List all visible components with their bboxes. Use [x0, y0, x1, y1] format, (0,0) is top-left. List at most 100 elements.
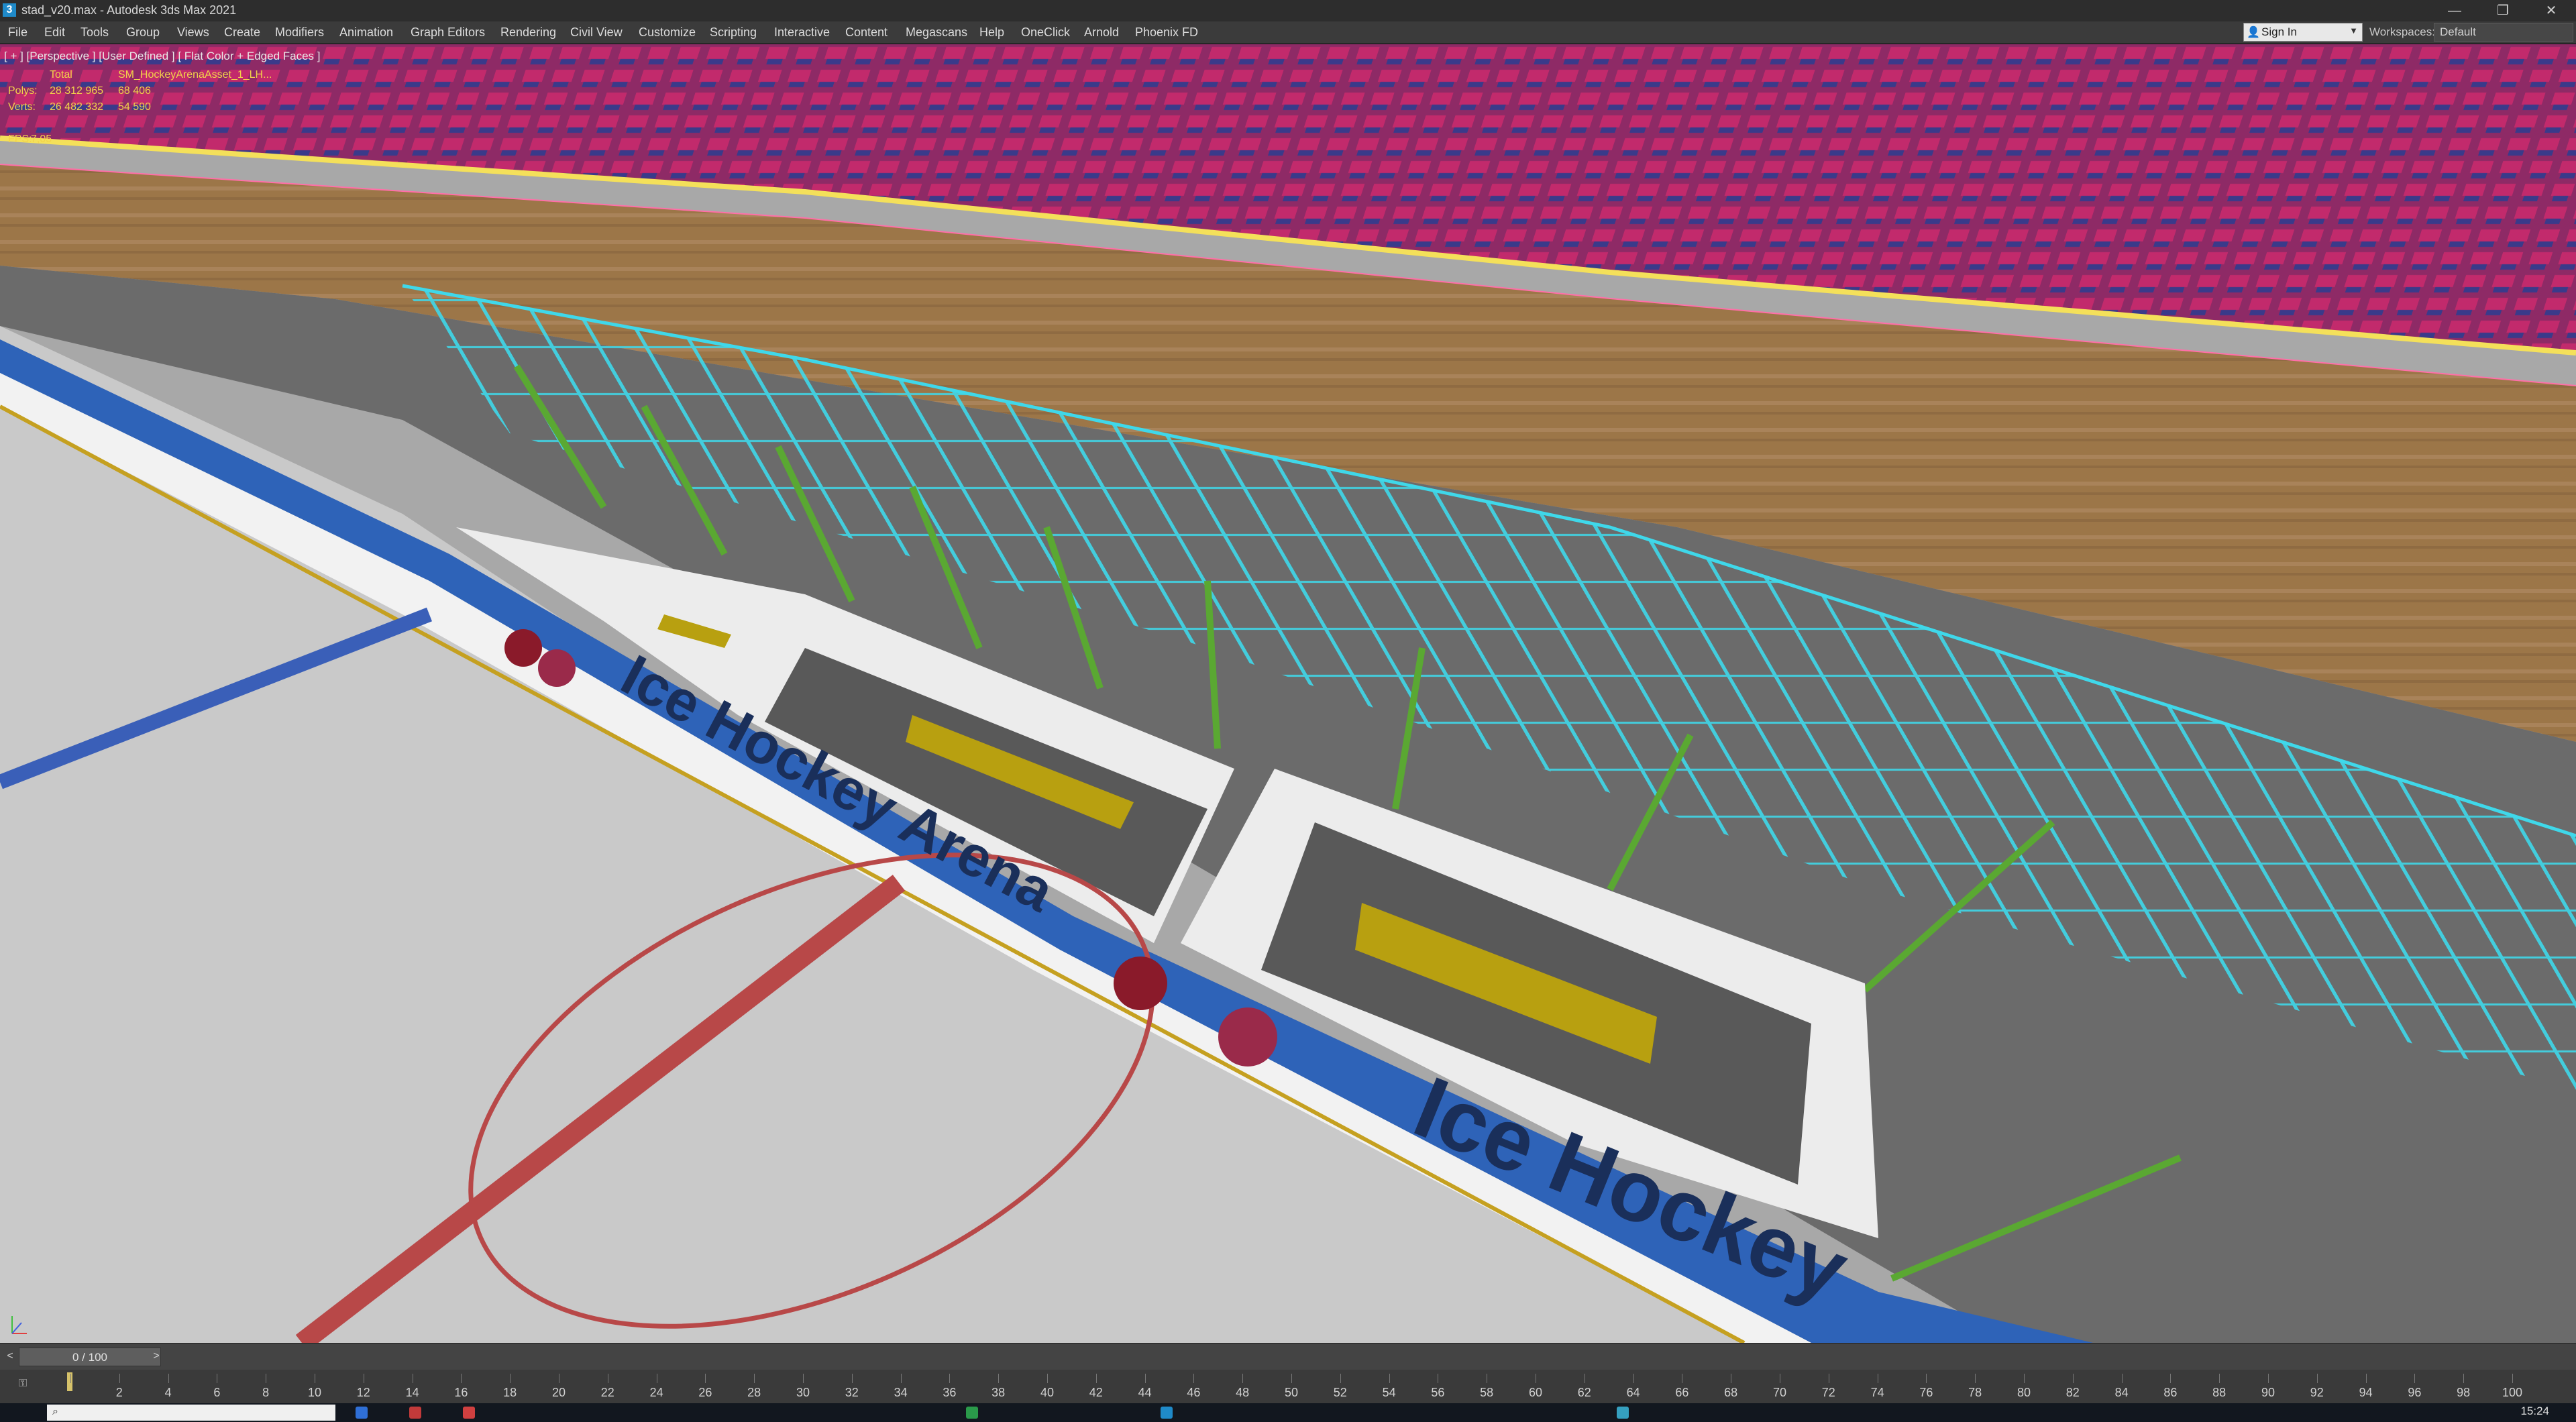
menu-content[interactable]: Content: [845, 25, 888, 40]
menu-oneclick[interactable]: OneClick: [1021, 25, 1070, 40]
timeline-tick-label: 14: [405, 1386, 419, 1399]
sign-in-dropdown[interactable]: 👤 Sign In ▼: [2243, 23, 2363, 42]
timeline-tick-label: 80: [2017, 1386, 2031, 1399]
timeline-tick-label: 8: [262, 1386, 270, 1399]
current-frame: 0 / 100: [72, 1351, 107, 1364]
taskbar-app-icon[interactable]: [966, 1407, 978, 1419]
timeline-tick-label: 4: [164, 1386, 172, 1399]
timeline-tick-label: 88: [2212, 1386, 2226, 1399]
timeline-tick: [1242, 1374, 1244, 1383]
timeline-tick-label: 42: [1089, 1386, 1103, 1399]
menu-interactive[interactable]: Interactive: [774, 25, 830, 40]
timeline-tick-label: 60: [1528, 1386, 1543, 1399]
menu-phoenix-fd[interactable]: Phoenix FD: [1135, 25, 1198, 40]
timeline-tick: [998, 1374, 1000, 1383]
taskbar-app-icon[interactable]: [463, 1407, 475, 1419]
timeline-tick-label: 16: [454, 1386, 468, 1399]
restore-button[interactable]: ❐: [2485, 1, 2521, 20]
timeline-tick-label: 20: [551, 1386, 566, 1399]
timeline-tick: [754, 1374, 755, 1383]
timeline-tick: [1340, 1374, 1341, 1383]
timeline-scrubber[interactable]: [67, 1372, 72, 1391]
taskbar-app-icon[interactable]: [356, 1407, 368, 1419]
taskbar-clock: 15:24: [2520, 1405, 2549, 1417]
timeline-tick-label: 50: [1284, 1386, 1299, 1399]
app-logo-icon[interactable]: 3: [3, 3, 16, 17]
time-prev-button[interactable]: <: [3, 1349, 17, 1364]
timeline-tick: [2121, 1374, 2123, 1383]
os-taskbar: ⌕ 15:24: [0, 1403, 2576, 1422]
timeline-tick: [851, 1374, 853, 1383]
menu-arnold[interactable]: Arnold: [1084, 25, 1119, 40]
timeline-tick-label: 54: [1382, 1386, 1396, 1399]
timeline-tick: [705, 1374, 706, 1383]
menu-megascans[interactable]: Megascans: [906, 25, 967, 40]
menu-graph-editors[interactable]: Graph Editors: [411, 25, 485, 40]
menu-group[interactable]: Group: [126, 25, 160, 40]
timeline-tick-label: 58: [1480, 1386, 1494, 1399]
taskbar-app-icon[interactable]: [1617, 1407, 1629, 1419]
timeline-tick: [1193, 1374, 1195, 1383]
timeline-tick-label: 22: [600, 1386, 614, 1399]
menu-animation[interactable]: Animation: [339, 25, 393, 40]
timeline-tick-label: 82: [2065, 1386, 2080, 1399]
search-icon: ⌕: [52, 1406, 58, 1417]
timeline-tick: [1144, 1374, 1146, 1383]
menu-customize[interactable]: Customize: [639, 25, 696, 40]
timeline-tick-label: 34: [894, 1386, 908, 1399]
stats-polys-object: 68 406: [118, 85, 151, 97]
stats-total-label: Total: [50, 69, 72, 80]
timeline-tick: [70, 1374, 71, 1383]
viewport-scene: Ice Hockey Arena Ice Hockey: [0, 44, 2576, 1343]
menu-scripting[interactable]: Scripting: [710, 25, 757, 40]
timeline-tick: [168, 1374, 169, 1383]
timeline-tick-label: 10: [307, 1386, 322, 1399]
timeline-tick: [2463, 1374, 2465, 1383]
workspaces-select[interactable]: Default: [2434, 23, 2573, 42]
key-icon[interactable]: ⚿: [19, 1378, 27, 1390]
timeline-tick-label: 36: [943, 1386, 957, 1399]
menu-edit[interactable]: Edit: [44, 25, 65, 40]
timeline-tick-label: 30: [796, 1386, 810, 1399]
timeline-tick: [461, 1374, 462, 1383]
close-button[interactable]: ✕: [2533, 1, 2569, 20]
timeline-ruler[interactable]: ⚿ 2 4 6 8 10 12 14 16 18 20 22 24 26 28 30 32 34 36 38 40 42…: [0, 1370, 2576, 1403]
timeline-tick-label: 68: [1724, 1386, 1738, 1399]
taskbar-app-icon[interactable]: [1161, 1407, 1173, 1419]
menu-rendering[interactable]: Rendering: [500, 25, 556, 40]
timeline-tick-label: 38: [991, 1386, 1006, 1399]
menu-modifiers[interactable]: Modifiers: [275, 25, 324, 40]
taskbar-app-icon[interactable]: [409, 1407, 421, 1419]
timeline-tick-label: 26: [698, 1386, 712, 1399]
timeline-tick: [2170, 1374, 2171, 1383]
timeline-tick: [1926, 1374, 1927, 1383]
menu-views[interactable]: Views: [177, 25, 209, 40]
time-next-button[interactable]: >: [149, 1349, 164, 1364]
minimize-button[interactable]: —: [2436, 1, 2473, 20]
timeline-tick-label: 84: [2114, 1386, 2129, 1399]
timeline-tick: [1975, 1374, 1976, 1383]
menu-help[interactable]: Help: [979, 25, 1004, 40]
timeline-tick-label: 40: [1040, 1386, 1055, 1399]
timeline-tick: [2512, 1374, 2513, 1383]
menu-civil-view[interactable]: Civil View: [570, 25, 623, 40]
stats-polys-total: 28 312 965: [50, 85, 104, 97]
timeline-tick-label: 96: [2408, 1386, 2422, 1399]
timeline-tick: [1389, 1374, 1390, 1383]
time-slider-track[interactable]: 0 / 100: [19, 1348, 161, 1366]
timeline-tick: [1291, 1374, 1292, 1383]
timeline-tick: [949, 1374, 951, 1383]
timeline-tick-label: 78: [1968, 1386, 1982, 1399]
timeline-tick-label: 76: [1919, 1386, 1933, 1399]
timeline-tick-label: 94: [2359, 1386, 2373, 1399]
perspective-viewport[interactable]: Ice Hockey Arena Ice Hockey [ + ] [Persp…: [0, 44, 2576, 1343]
menu-file[interactable]: File: [8, 25, 28, 40]
viewport-label-menu[interactable]: [ + ] [Perspective ] [User Defined ] [ F…: [4, 50, 320, 63]
user-icon: 👤: [2247, 27, 2260, 38]
stats-verts-total: 26 482 332: [50, 101, 104, 113]
taskbar-search[interactable]: ⌕: [47, 1405, 335, 1421]
menu-tools[interactable]: Tools: [80, 25, 109, 40]
chevron-down-icon: ▼: [2349, 25, 2358, 36]
menu-create[interactable]: Create: [224, 25, 260, 40]
title-bar: 3 stad_v20.max - Autodesk 3ds Max 2021 —…: [0, 0, 2576, 21]
